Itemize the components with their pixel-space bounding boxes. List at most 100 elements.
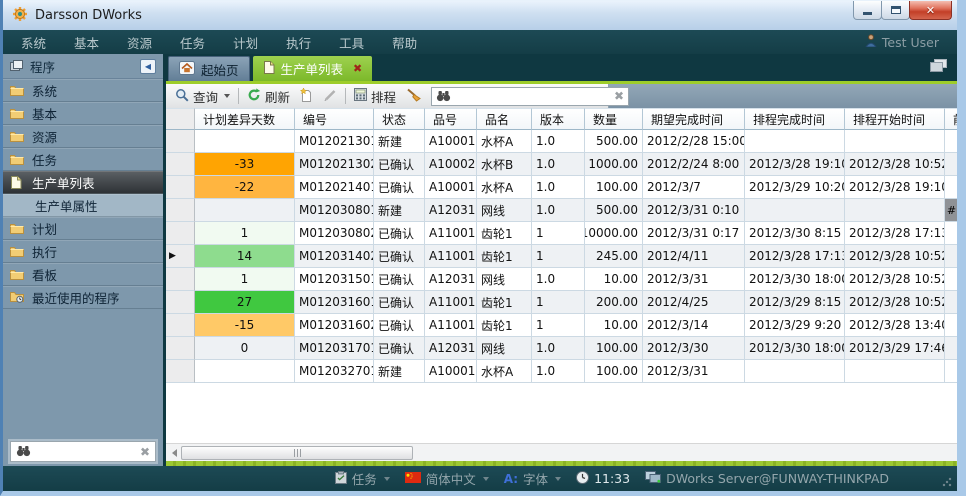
cell-version[interactable]: 1.0 [532,176,585,199]
sidebar-item-production-order-list[interactable]: 生产单列表 [3,171,163,194]
cell-item_name[interactable]: 齿轮1 [477,245,532,268]
cell-code[interactable]: M012031601 [295,291,374,314]
column-header-extra[interactable]: 前 [945,108,957,130]
minimize-button[interactable] [853,1,882,20]
sidebar-item-execute[interactable]: 执行 [3,240,163,263]
menu-plan[interactable]: 计划 [219,33,272,52]
sidebar-search-clear-icon[interactable]: ✖ [140,445,150,459]
cell-qty[interactable]: 1000.00 [585,153,643,176]
cell-code[interactable]: M012031501 [295,268,374,291]
cell-expect[interactable]: 2012/3/31 [643,360,745,383]
cell-item_name[interactable]: 网线 [477,268,532,291]
row-selector[interactable] [166,222,195,245]
sidebar-item-system[interactable]: 系统 [3,79,163,102]
table-row[interactable]: -22M012021401已确认A10001水杯A1.0100.002012/3… [166,176,957,199]
cell-sched_end[interactable]: 2012/3/29 10:20 [745,176,845,199]
cell-sched_end[interactable]: 2012/3/30 8:15 [745,222,845,245]
menu-basic[interactable]: 基本 [60,33,113,52]
cell-version[interactable]: 1.0 [532,130,585,153]
cell-diff[interactable] [195,199,295,222]
close-button[interactable]: ✕ [909,1,952,20]
cell-sched_end[interactable]: 2012/3/28 19:10 [745,153,845,176]
cell-status[interactable]: 新建 [374,360,425,383]
sidebar-collapse-button[interactable]: ◀ [140,59,156,74]
cell-diff[interactable]: -15 [195,314,295,337]
cell-code[interactable]: M012030801 [295,199,374,222]
cell-sched_start[interactable] [845,199,945,222]
cell-sched_start[interactable]: 2012/3/28 10:52 [845,153,945,176]
horizontal-scrollbar[interactable] [166,443,957,461]
table-row[interactable]: -33M012021302已确认A10002水杯B1.01000.002012/… [166,153,957,176]
cell-qty[interactable]: 500.00 [585,199,643,222]
cell-qty[interactable]: 100.00 [585,337,643,360]
cell-version[interactable]: 1 [532,291,585,314]
sidebar-item-recent-programs[interactable]: 最近使用的程序 [3,286,163,309]
cell-item_no[interactable]: A10001 [425,360,477,383]
column-header-status[interactable]: 状态 [374,108,425,130]
new-button[interactable] [295,86,318,106]
cell-item_no[interactable]: A11001 [425,245,477,268]
cell-item_name[interactable]: 网线 [477,337,532,360]
cell-expect[interactable]: 2012/3/7 [643,176,745,199]
cell-item_no[interactable]: A10001 [425,176,477,199]
column-header-expect[interactable]: 期望完成时间 [643,108,745,130]
table-row[interactable]: M012021301新建A10001水杯A1.0500.002012/2/28 … [166,130,957,153]
column-header-item_name[interactable]: 品名 [477,108,532,130]
cell-sched_start[interactable]: 2012/3/29 17:46 [845,337,945,360]
cell-item_name[interactable]: 水杯A [477,130,532,153]
edit-button[interactable] [318,86,342,106]
schedule-button[interactable]: 排程 [349,86,401,106]
current-user[interactable]: Test User [865,34,953,50]
table-row[interactable]: M012032701新建A10001水杯A1.0100.002012/3/31 [166,360,957,383]
resize-grip[interactable] [942,477,952,487]
menu-resource[interactable]: 资源 [113,33,166,52]
cell-item_name[interactable]: 齿轮1 [477,222,532,245]
cell-version[interactable]: 1.0 [532,337,585,360]
cell-qty[interactable]: 200.00 [585,291,643,314]
cell-code[interactable]: M012021301 [295,130,374,153]
maximize-button[interactable] [881,1,910,20]
cell-item_name[interactable]: 齿轮1 [477,314,532,337]
table-row[interactable]: 1M012031501已确认A12031网线1.010.002012/3/312… [166,268,957,291]
cell-status[interactable]: 新建 [374,130,425,153]
table-row[interactable]: 27M012031601已确认A11001齿轮11200.002012/4/25… [166,291,957,314]
cell-qty[interactable]: 10.00 [585,314,643,337]
cell-version[interactable]: 1.0 [532,268,585,291]
menu-help[interactable]: 帮助 [378,33,431,52]
sidebar-item-basic[interactable]: 基本 [3,102,163,125]
sidebar-item-kanban[interactable]: 看板 [3,263,163,286]
cell-diff[interactable]: 27 [195,291,295,314]
row-selector[interactable] [166,268,195,291]
cell-status[interactable]: 已确认 [374,314,425,337]
sidebar-item-task[interactable]: 任务 [3,148,163,171]
sidebar-item-production-order-attributes[interactable]: 生产单属性 [3,194,163,217]
menu-task[interactable]: 任务 [166,33,219,52]
cell-version[interactable]: 1 [532,222,585,245]
scrollbar-thumb[interactable] [181,446,413,460]
cell-status[interactable]: 已确认 [374,245,425,268]
cell-item_name[interactable]: 齿轮1 [477,291,532,314]
cell-status[interactable]: 新建 [374,199,425,222]
cell-version[interactable]: 1.0 [532,153,585,176]
status-language-dropdown[interactable]: 简体中文 [405,469,489,488]
query-button[interactable]: 查询 [170,86,235,106]
cell-item_name[interactable]: 水杯B [477,153,532,176]
cell-status[interactable]: 已确认 [374,222,425,245]
cell-sched_end[interactable] [745,199,845,222]
cell-expect[interactable]: 2012/3/31 [643,268,745,291]
cell-code[interactable]: M012031701 [295,337,374,360]
table-row[interactable]: 1M012030802已确认A11001齿轮1110000.002012/3/3… [166,222,957,245]
window-list-icon[interactable] [930,57,947,76]
cell-status[interactable]: 已确认 [374,337,425,360]
cell-diff[interactable] [195,360,295,383]
cell-sched_end[interactable]: 2012/3/29 8:15 [745,291,845,314]
cell-code[interactable]: M012030802 [295,222,374,245]
cell-status[interactable]: 已确认 [374,268,425,291]
cell-code[interactable]: M012032701 [295,360,374,383]
table-row[interactable]: 0M012031701已确认A12031网线1.0100.002012/3/30… [166,337,957,360]
cell-item_no[interactable]: A11001 [425,291,477,314]
cell-sched_end[interactable]: 2012/3/28 17:13 [745,245,845,268]
cell-sched_end[interactable] [745,130,845,153]
tab-close-icon[interactable]: ✖ [353,62,362,75]
tab-production-order-list[interactable]: 生产单列表 ✖ [253,56,373,81]
